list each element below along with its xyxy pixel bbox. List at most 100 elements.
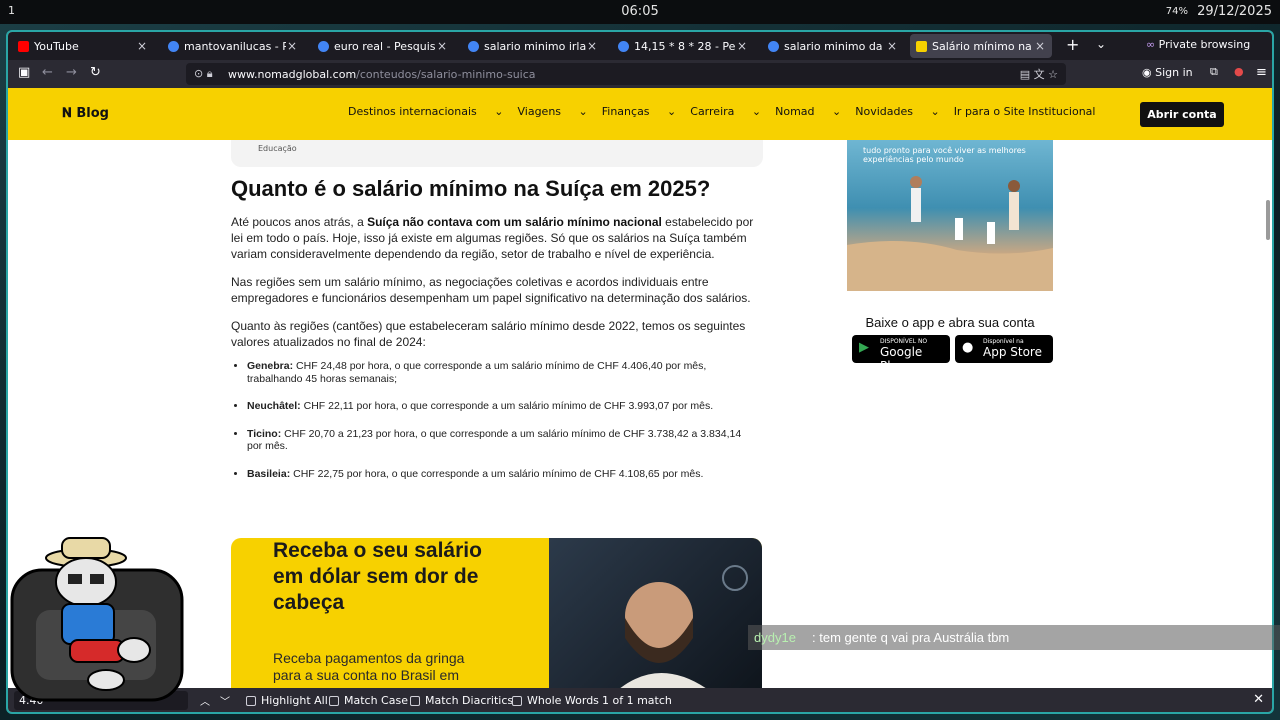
date: 29/12/2025	[1197, 4, 1272, 19]
page-scrollbar[interactable]	[1266, 200, 1270, 240]
system-bar: 1 06:05 74% 29/12/2025	[0, 0, 1280, 24]
menu-hamburger-icon[interactable]: ≡	[1256, 65, 1267, 80]
tab-title: salario minimo da switzerland	[784, 39, 886, 53]
stream-chat-overlay: dydy1e : tem gente q vai pra Austrália t…	[748, 625, 1280, 650]
private-browsing-text: Private browsing	[1158, 38, 1251, 51]
chat-message: : tem gente q vai pra Austrália tbm	[812, 630, 1010, 645]
nav-viagens[interactable]: Viagens ⌄	[517, 105, 587, 118]
highlight-all-checkbox[interactable]: Highlight All	[246, 694, 328, 707]
tab-active-nomad[interactable]: Salário mínimo na Suíça ×	[910, 34, 1052, 58]
nav-label: Destinos internacionais	[348, 105, 477, 118]
option-label: Match Diacritics	[425, 694, 514, 707]
option-label: Highlight All	[261, 694, 328, 707]
promo-banner[interactable]: Receba o seu salário em dólar sem dor de…	[231, 538, 762, 688]
canton-name: Neuchâtel:	[247, 400, 301, 412]
checkbox-box	[410, 695, 420, 706]
close-tab-icon[interactable]: ×	[436, 39, 448, 53]
nav-label: Novidades	[855, 105, 913, 118]
tab-title: YouTube	[34, 39, 79, 53]
list-item: Basileia: CHF 22,75 por hora, o que corr…	[247, 468, 757, 481]
match-diacritics-checkbox[interactable]: Match Diacritics	[410, 694, 513, 707]
google-play-label: Google Play	[880, 345, 923, 373]
tab-google-search[interactable]: 14,15 * 8 * 28 - Pesquisa ×	[612, 34, 754, 58]
close-tab-icon[interactable]: ×	[736, 39, 748, 53]
url-bar[interactable]: ⊙ 🔒︎ www.nomadglobal.com/conteudos/salar…	[186, 63, 1066, 85]
navigation-toolbar: ▣ ← → ↻ ⊙ 🔒︎ www.nomadglobal.com/conteud…	[8, 60, 1272, 88]
url-text[interactable]: www.nomadglobal.com/conteudos/salario-mi…	[228, 68, 536, 81]
sidebar-toggle-icon[interactable]: ▣	[18, 65, 30, 80]
account-icon: ◉	[1142, 66, 1156, 79]
google-favicon-icon	[468, 40, 479, 52]
nav-nomad[interactable]: Nomad ⌄	[775, 105, 841, 118]
google-favicon-icon	[618, 40, 629, 52]
card-tag: Educação	[258, 144, 297, 153]
close-tab-icon[interactable]: ×	[136, 39, 148, 53]
tab-google-search[interactable]: salario minimo da switzerland ×	[762, 34, 904, 58]
tab-list-chevron-icon[interactable]: ⌄	[1096, 37, 1106, 51]
nav-destinos[interactable]: Destinos internacionais ⌄	[348, 105, 503, 118]
smiling-man-photo-icon	[620, 565, 748, 688]
tab-google-search[interactable]: euro real - Pesquisa Google ×	[312, 34, 454, 58]
url-host: www.nomadglobal.com	[228, 68, 357, 81]
whole-words-checkbox[interactable]: Whole Words	[512, 694, 599, 707]
open-account-button[interactable]: Abrir conta	[1140, 102, 1224, 127]
app-store-label: App Store	[983, 345, 1042, 359]
youtube-favicon-icon	[18, 40, 29, 52]
nav-financas[interactable]: Finanças ⌄	[602, 105, 677, 118]
tab-google-search[interactable]: salario minimo irlanda - Pes ×	[462, 34, 604, 58]
close-tab-icon[interactable]: ×	[286, 39, 298, 53]
find-bar: 4.40 ︿ ﹀ Highlight All Match Case Match …	[8, 688, 1272, 712]
back-arrow-icon[interactable]: ←	[42, 65, 53, 80]
tab-youtube[interactable]: YouTube ×	[12, 34, 154, 58]
google-play-button[interactable]: ▶ DISPONÍVEL NO Google Play	[852, 335, 950, 373]
lock-icon[interactable]: ⊙ 🔒︎	[194, 67, 213, 81]
checkbox-box	[512, 695, 522, 706]
paragraph-3: Quanto às regiões (cantões) que estabele…	[231, 319, 746, 349]
nav-label: Carreira	[690, 105, 735, 118]
reader-translate-bookmark-icons[interactable]: ▤ 文 ☆	[1020, 66, 1058, 82]
forward-arrow-icon[interactable]: →	[66, 65, 77, 80]
tab-google-search[interactable]: mantovanilucas - Pesquisa ×	[162, 34, 304, 58]
close-tab-icon[interactable]: ×	[1034, 39, 1046, 53]
nav-label: Viagens	[517, 105, 562, 118]
close-tab-icon[interactable]: ×	[886, 39, 898, 53]
chat-username: dydy1e	[754, 630, 796, 645]
sign-in-button[interactable]: ◉ Sign in	[1142, 66, 1193, 79]
google-favicon-icon	[768, 40, 779, 52]
nomad-logo-icon: 𝐍	[62, 106, 77, 121]
sidebar-ad-image[interactable]: tudo pronto para você viver as melhores …	[847, 140, 1053, 291]
tab-title: mantovanilucas - Pesquisa	[184, 39, 286, 53]
private-browsing-label: ∞ Private browsing	[1146, 38, 1250, 51]
nav-site-institucional[interactable]: Ir para o Site Institucional	[954, 105, 1096, 118]
canton-name: Basileia:	[247, 467, 291, 480]
article-heading: Quanto é o salário mínimo na Suíça em 20…	[231, 176, 711, 201]
canton-text: CHF 22,75 por hora, o que corresponde a …	[290, 467, 704, 480]
option-label: Whole Words	[527, 694, 599, 707]
new-tab-plus-icon[interactable]: +	[1066, 35, 1079, 54]
reload-icon[interactable]: ↻	[90, 65, 101, 80]
find-next-icon[interactable]: ﹀	[220, 693, 230, 708]
ublock-icon[interactable]: ●	[1234, 65, 1244, 78]
list-item: Genebra: CHF 24,48 por hora, o que corre…	[247, 360, 757, 385]
close-tab-icon[interactable]: ×	[586, 39, 598, 53]
extensions-icon[interactable]: ⧉	[1210, 65, 1218, 79]
option-label: Match Case	[344, 694, 408, 707]
match-case-checkbox[interactable]: Match Case	[329, 694, 408, 707]
site-logo[interactable]: 𝐍 Blog	[62, 106, 109, 121]
nav-novidades[interactable]: Novidades ⌄	[855, 105, 939, 118]
canton-name: Genebra:	[247, 360, 294, 372]
canton-text: CHF 20,70 a 21,23 por hora, o que corres…	[247, 427, 742, 453]
close-find-bar-icon[interactable]: ✕	[1253, 692, 1264, 707]
tab-title: salario minimo irlanda - Pes	[484, 39, 586, 53]
battery-level: 74%	[1165, 6, 1188, 17]
app-store-button[interactable]: ● Disponível na App Store	[955, 335, 1053, 363]
url-path: /conteudos/salario-minimo-suica	[356, 68, 536, 81]
google-favicon-icon	[168, 40, 179, 52]
related-card[interactable]: Educação	[231, 140, 763, 167]
site-nav: Destinos internacionais ⌄ Viagens ⌄ Fina…	[348, 105, 1109, 118]
nav-carreira[interactable]: Carreira ⌄	[690, 105, 761, 118]
find-previous-icon[interactable]: ︿	[200, 693, 210, 708]
list-item: Ticino: CHF 20,70 a 21,23 por hora, o qu…	[247, 428, 757, 453]
tab-title: euro real - Pesquisa Google	[334, 39, 436, 53]
promo-heading: Receba o seu salário em dólar sem dor de…	[273, 539, 482, 614]
